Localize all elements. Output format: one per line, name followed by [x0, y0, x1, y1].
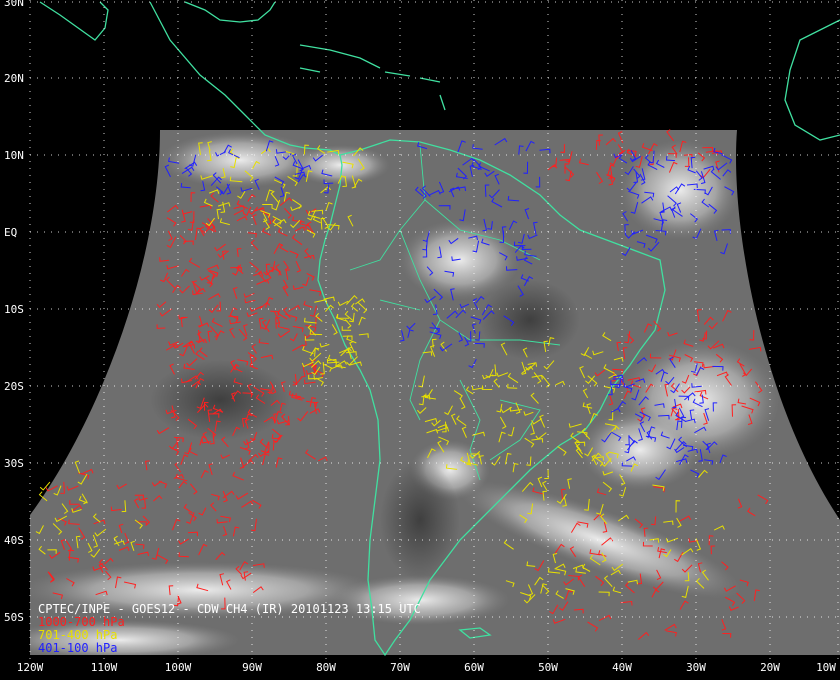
lon-label: 20W: [760, 661, 780, 674]
lon-label: 110W: [90, 661, 118, 674]
image-caption: CPTEC/INPE - GOES12 - CDW CH4 (IR) 20101…: [38, 603, 421, 655]
lat-label: 20N: [4, 72, 24, 85]
lon-label: 60W: [464, 661, 484, 674]
gulf-coast: [184, 1, 276, 23]
lat-label: 10N: [4, 149, 24, 162]
lon-label: 80W: [316, 661, 336, 674]
west-africa-coast: [784, 19, 840, 141]
lat-label: 30S: [4, 457, 24, 470]
lon-label: 50W: [538, 661, 558, 674]
lat-label: 40S: [4, 534, 24, 547]
lat-label: 10S: [4, 303, 24, 316]
lon-label: 10W: [816, 661, 836, 674]
lon-label: 70W: [390, 661, 410, 674]
lon-label: 100W: [164, 661, 192, 674]
lat-label: 20S: [4, 380, 24, 393]
lon-label: 40W: [612, 661, 632, 674]
caribbean-islands: [299, 44, 446, 111]
lat-label: EQ: [4, 226, 18, 239]
lat-label: 50S: [4, 611, 24, 624]
lon-label: 30W: [686, 661, 706, 674]
lat-label: 30N: [4, 0, 24, 9]
legend-high-level: 401-100 hPa: [38, 641, 118, 655]
lon-label: 90W: [242, 661, 262, 674]
satellite-wind-map: [29, 0, 840, 660]
satellite-image-area: [30, 130, 840, 655]
lon-label: 120W: [16, 661, 44, 674]
